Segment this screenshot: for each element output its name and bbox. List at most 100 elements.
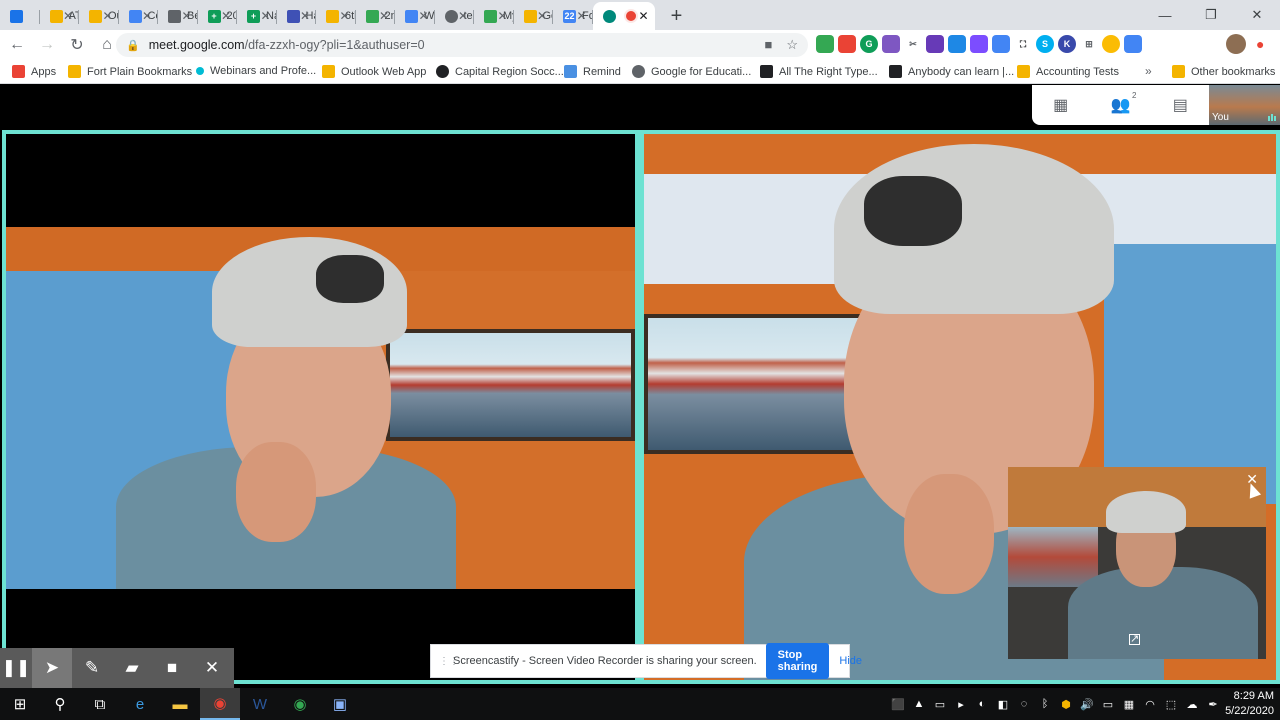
tab[interactable]: My✕ xyxy=(474,2,514,30)
extension-icon[interactable]: G xyxy=(860,35,878,53)
extension-icon[interactable]: ✂ xyxy=(904,35,922,53)
participants-icon[interactable]: 👥 2 xyxy=(1111,91,1137,115)
camera-icon[interactable]: ■ xyxy=(764,37,772,53)
tray-app-icon[interactable]: ▦ xyxy=(1122,698,1136,711)
volume-icon[interactable]: 🔊 xyxy=(1080,698,1094,711)
extension-icon[interactable] xyxy=(1102,35,1120,53)
tray-app-icon[interactable]: ◌ xyxy=(1017,698,1031,710)
cursor-tool-icon[interactable]: ➤ xyxy=(32,648,72,688)
more-bookmarks-icon[interactable]: » xyxy=(1145,64,1152,78)
eraser-tool-icon[interactable]: ▰ xyxy=(112,648,152,688)
close-tab-icon[interactable]: ✕ xyxy=(181,9,191,23)
close-tab-icon[interactable]: ✕ xyxy=(458,9,468,23)
tab-active-meet[interactable]: ✕ xyxy=(592,2,655,30)
edge-icon[interactable]: e xyxy=(120,688,160,720)
pen-tool-icon[interactable]: ✎ xyxy=(72,648,112,688)
extension-icon[interactable] xyxy=(838,35,856,53)
tray-app-icon[interactable]: ⬚ xyxy=(1164,698,1178,711)
expand-icon[interactable]: ↗ xyxy=(1129,634,1140,645)
self-view-thumbnail[interactable]: You xyxy=(1209,85,1280,125)
extension-icon[interactable] xyxy=(970,35,988,53)
battery-icon[interactable]: ▭ xyxy=(1101,698,1115,711)
tab[interactable]: tea✕ xyxy=(435,2,474,30)
profile-avatar[interactable] xyxy=(1226,34,1246,54)
close-tab-icon[interactable]: ✕ xyxy=(260,9,270,23)
bookmark-item[interactable]: All The Right Type... xyxy=(760,65,878,78)
hide-button[interactable]: Hide xyxy=(839,655,862,667)
new-tab-button[interactable]: + xyxy=(663,2,691,30)
tab[interactable]: 22Fort✕ xyxy=(553,2,593,30)
close-tab-icon[interactable]: ✕ xyxy=(497,9,507,23)
close-tab-icon[interactable]: ✕ xyxy=(221,9,231,23)
extension-icon[interactable] xyxy=(948,35,966,53)
extension-icon[interactable]: ⛶ xyxy=(1014,35,1032,53)
task-view-icon[interactable]: ⧉ xyxy=(80,688,120,720)
close-window-icon[interactable]: ✕ xyxy=(1234,0,1280,30)
extension-icon[interactable]: ⊞ xyxy=(1080,35,1098,53)
bookmark-item[interactable]: Remind xyxy=(564,65,621,78)
bookmark-item[interactable]: Webinars and Profe... xyxy=(196,65,316,77)
tab[interactable]: 2nd✕ xyxy=(356,2,395,30)
bookmark-folder[interactable]: Fort Plain Bookmarks xyxy=(68,65,192,78)
bookmark-item[interactable]: Anybody can learn |... xyxy=(889,65,1014,78)
system-clock[interactable]: 8:29 AM 5/22/2020 xyxy=(1216,689,1274,719)
search-icon[interactable]: ⚲ xyxy=(40,688,80,720)
chrome-icon[interactable]: ◉ xyxy=(200,688,240,720)
word-icon[interactable]: W xyxy=(240,688,280,720)
tab[interactable]: +Nat✕ xyxy=(237,2,277,30)
tray-app-icon[interactable]: ◧ xyxy=(996,698,1010,711)
bookmark-item[interactable]: Outlook Web App xyxy=(322,65,426,78)
tray-app-icon[interactable]: ▭ xyxy=(933,698,947,711)
hp-icon[interactable]: ◐ xyxy=(975,698,989,710)
maximize-icon[interactable]: ❐ xyxy=(1188,0,1234,30)
tab[interactable]: Har✕ xyxy=(277,2,316,30)
participant-tile[interactable] xyxy=(2,130,639,684)
tab[interactable]: Out✕ xyxy=(79,2,119,30)
onedrive-icon[interactable]: ☁ xyxy=(1185,698,1199,711)
file-explorer-icon[interactable]: ▬ xyxy=(160,688,200,720)
stop-sharing-button[interactable]: Stop sharing xyxy=(765,643,830,679)
bookmark-item[interactable]: Capital Region Socc... xyxy=(436,65,564,78)
bookmark-apps[interactable]: Apps xyxy=(12,65,56,78)
chrome-icon[interactable]: ◉ xyxy=(280,688,320,720)
tab[interactable]: Co✕ xyxy=(119,2,158,30)
close-tab-icon[interactable]: ✕ xyxy=(638,9,648,23)
camera-icon[interactable]: ▸ xyxy=(954,698,968,711)
close-tab-icon[interactable]: ✕ xyxy=(379,9,389,23)
tab[interactable]: +202✕ xyxy=(198,2,237,30)
bookmark-item[interactable]: Google for Educati... xyxy=(632,65,751,78)
close-tab-icon[interactable]: ✕ xyxy=(418,9,428,23)
tab[interactable]: 6th✕ xyxy=(316,2,356,30)
close-tab-icon[interactable]: ✕ xyxy=(102,9,112,23)
close-tab-icon[interactable]: ✕ xyxy=(63,9,73,23)
extension-icon[interactable]: K xyxy=(1058,35,1076,53)
webcam-icon[interactable]: ■ xyxy=(152,648,192,688)
tab[interactable] xyxy=(0,2,40,30)
drag-handle-icon[interactable]: ⋮⋮ xyxy=(439,656,459,667)
reload-icon[interactable]: ↻ xyxy=(64,32,90,58)
forward-icon[interactable]: → xyxy=(34,32,60,58)
wifi-icon[interactable]: ◠ xyxy=(1143,698,1157,711)
bookmark-folder[interactable]: Other bookmarks xyxy=(1172,65,1275,78)
tab[interactable]: Wix✕ xyxy=(395,2,435,30)
pause-icon[interactable]: ❚❚ xyxy=(0,648,32,688)
extension-icon[interactable] xyxy=(1124,35,1142,53)
bluetooth-icon[interactable]: ᛒ xyxy=(1038,698,1052,710)
lock-icon[interactable]: 🔒 xyxy=(126,39,140,52)
address-bar[interactable]: 🔒 meet.google.com/dfa-zzxh-ogy?pli=1&aut… xyxy=(116,33,808,57)
menu-icon[interactable]: ● xyxy=(1256,36,1264,52)
tray-app-icon[interactable]: ▲ xyxy=(912,698,926,710)
star-icon[interactable]: ☆ xyxy=(786,37,798,53)
close-tab-icon[interactable]: ✕ xyxy=(339,9,349,23)
close-tab-icon[interactable]: ✕ xyxy=(537,9,547,23)
extension-icon[interactable]: S xyxy=(1036,35,1054,53)
picture-in-picture-video[interactable]: ✕ ↗ xyxy=(1008,467,1266,659)
chat-icon[interactable]: ▤ xyxy=(1173,95,1188,115)
close-tab-icon[interactable]: ✕ xyxy=(576,9,586,23)
grid-layout-icon[interactable]: ▦ xyxy=(1053,95,1068,115)
close-icon[interactable]: ✕ xyxy=(192,648,232,688)
minimize-icon[interactable]: — xyxy=(1142,0,1188,30)
tab[interactable]: Bec✕ xyxy=(158,2,198,30)
bookmark-folder[interactable]: Accounting Tests xyxy=(1017,65,1119,78)
back-icon[interactable]: ← xyxy=(4,32,30,58)
